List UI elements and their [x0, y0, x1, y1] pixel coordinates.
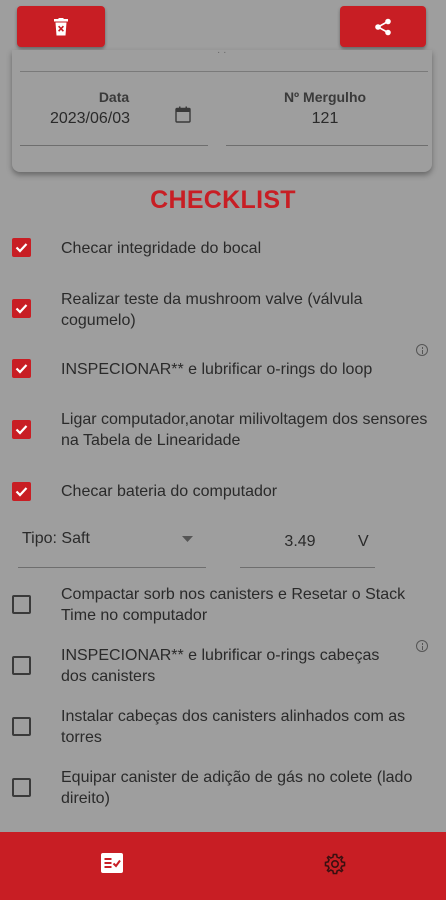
voltage-unit: V: [358, 533, 369, 550]
checklist-item-label: Compactar sorb nos canisters e Resetar o…: [61, 586, 406, 624]
dive-number-field[interactable]: 121: [260, 110, 390, 128]
date-underline: [20, 145, 208, 146]
gear-icon[interactable]: [324, 853, 346, 875]
delete-button[interactable]: [17, 6, 105, 47]
checkmark-icon: [15, 304, 28, 314]
date-field[interactable]: 2023/06/03: [32, 110, 148, 128]
checklist-title: CHECKLIST: [150, 186, 296, 214]
dropdown-arrow-icon[interactable]: [182, 536, 193, 542]
checkmark-icon: [15, 487, 28, 497]
battery-type-underline: [18, 567, 206, 568]
trash-icon: [54, 17, 68, 35]
checkbox-checked[interactable]: [12, 359, 31, 378]
card-divider: [20, 71, 428, 72]
checkmark-icon: [15, 243, 28, 253]
dive-number-label: Nº Mergulho: [283, 89, 367, 105]
info-icon[interactable]: [416, 640, 428, 652]
checklist-item-label: Instalar cabeças dos canisters alinhados…: [61, 708, 406, 746]
checkbox-checked[interactable]: [12, 238, 31, 257]
share-icon: [375, 18, 391, 35]
date-label: Data: [98, 89, 130, 105]
checkbox-checked[interactable]: [12, 482, 31, 501]
battery-type-select[interactable]: Tipo: Saft: [22, 530, 90, 548]
checklist-item-label: Realizar teste da mushroom valve (válvul…: [61, 291, 363, 329]
checkmark-icon: [15, 425, 28, 435]
dive-number-underline: [226, 145, 428, 146]
checklist-icon[interactable]: [101, 852, 123, 874]
checklist-item-label: Checar integridade do bocal: [61, 240, 262, 257]
voltage-field[interactable]: 3.49: [270, 533, 330, 551]
checkbox-unchecked[interactable]: [12, 717, 31, 736]
checkbox-unchecked[interactable]: [12, 595, 31, 614]
checkbox-checked[interactable]: [12, 299, 31, 318]
checkbox-checked[interactable]: [12, 420, 31, 439]
checklist-item-label: INSPECIONAR** e lubrificar o-rings cabeç…: [61, 647, 380, 685]
checkbox-unchecked[interactable]: [12, 778, 31, 797]
checklist-item-label: INSPECIONAR** e lubrificar o-rings do lo…: [61, 361, 373, 378]
calendar-icon[interactable]: [175, 106, 191, 123]
info-icon[interactable]: [416, 344, 428, 356]
checklist-item-label: Checar bateria do computador: [61, 483, 278, 500]
share-button[interactable]: [340, 6, 426, 47]
checkmark-icon: [15, 364, 28, 374]
bottom-navigation-bar: [0, 832, 446, 900]
voltage-underline: [240, 567, 375, 568]
scroll-hint: · ·: [217, 47, 227, 58]
checkbox-unchecked[interactable]: [12, 656, 31, 675]
checklist-item-label: Equipar canister de adição de gás no col…: [61, 769, 413, 807]
checklist-item-label: Ligar computador,anotar milivoltagem dos…: [61, 411, 428, 449]
